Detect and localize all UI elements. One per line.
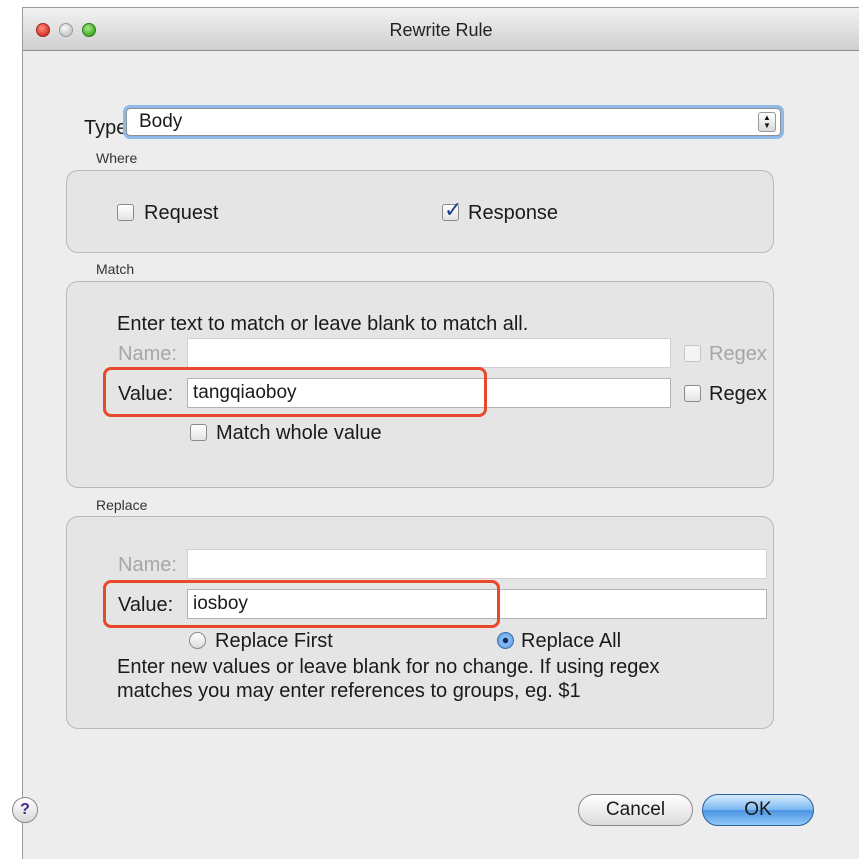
match-whole-value-checkbox[interactable] [190,424,207,441]
replace-value-highlight-box [103,580,500,628]
match-section-label: Match [96,261,135,277]
replace-all-label: Replace All [521,630,622,652]
where-section-label: Where [96,150,138,166]
match-name-regex-label: Regex [709,343,767,365]
window-title: Rewrite Rule [389,20,493,40]
ok-button[interactable]: OK [702,794,814,826]
request-checkbox[interactable] [117,204,134,221]
help-button[interactable]: ? [12,797,38,823]
replace-hint-line-2: matches you may enter references to grou… [117,680,581,702]
response-checkbox[interactable]: ✓ [442,197,462,222]
replace-hint-line-1: Enter new values or leave blank for no c… [117,656,660,678]
match-value-regex-checkbox[interactable] [684,385,701,402]
match-name-regex-checkbox[interactable] [684,345,701,362]
replace-first-label: Replace First [215,630,333,652]
match-whole-value-label: Match whole value [216,422,382,444]
checkmark-icon: ✓ [444,197,463,222]
replace-name-field[interactable] [187,549,767,579]
replace-first-radio[interactable] [189,632,206,649]
replace-section-label: Replace [96,497,148,513]
match-name-field[interactable] [187,338,671,368]
replace-all-radio[interactable] [497,632,514,649]
match-name-label: Name: [118,343,177,365]
type-popup-value: Body [139,111,183,132]
request-label: Request [144,202,219,224]
type-popup[interactable]: Body ▲ ▼ [126,108,781,136]
cancel-button[interactable]: Cancel [578,794,693,826]
title-bar[interactable]: Rewrite Rule [23,8,859,51]
response-label: Response [468,202,559,224]
match-value-regex-label: Regex [709,383,767,405]
popup-arrows-icon: ▲ ▼ [758,112,776,132]
match-instruction: Enter text to match or leave blank to ma… [117,313,529,335]
match-value-highlight-box [103,367,487,417]
replace-name-label: Name: [118,554,177,576]
